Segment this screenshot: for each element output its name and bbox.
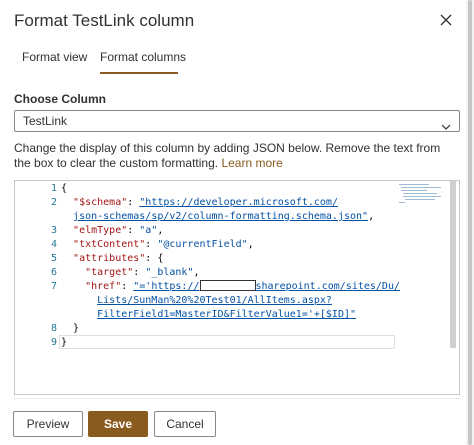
code-string: "https://developer.microsoft.com/ [139, 197, 338, 208]
choose-column-label: Choose Column [14, 92, 106, 106]
footer-divider [14, 398, 460, 399]
line-number-gutter: 1 2 3 4 5 6 7 8 9 [15, 181, 59, 394]
code-token: } [61, 337, 68, 348]
code-key: "attributes" [73, 253, 146, 264]
line-number: 4 [50, 239, 57, 250]
code-string: "='https:// [133, 281, 200, 292]
redacted-box [199, 280, 256, 291]
tab-format-columns[interactable]: Format columns [100, 50, 186, 64]
line-number: 1 [50, 183, 57, 194]
code-string: FilterField1=MasterID&FilterValue1='+[$I… [97, 309, 357, 320]
code-token: { [61, 183, 68, 194]
code-key: "href" [85, 281, 122, 292]
line-number: 7 [50, 281, 57, 292]
code-string: Lists/SunMan%20%20Test01/AllItems.aspx? [97, 295, 332, 306]
line-number: 9 [50, 337, 57, 348]
tab-format-view[interactable]: Format view [22, 50, 87, 64]
close-icon[interactable] [438, 12, 454, 28]
code-string: "_blank" [145, 267, 194, 278]
chevron-down-icon [441, 117, 451, 130]
json-editor[interactable]: 1 2 3 4 5 6 7 8 9 { "$schema": "https://… [14, 180, 460, 395]
preview-button[interactable]: Preview [13, 411, 83, 437]
panel-scrollbar[interactable] [466, 0, 474, 445]
code-string: "a" [139, 225, 158, 236]
line-number: 6 [50, 267, 57, 278]
code-string: sharepoint.com/sites/Du/ [255, 281, 401, 292]
learn-more-link[interactable]: Learn more [221, 156, 282, 170]
code-string: "@currentField" [157, 239, 248, 250]
choose-column-dropdown[interactable]: TestLink [14, 110, 460, 132]
code-token: } [73, 323, 80, 334]
editor-minimap[interactable] [397, 183, 443, 205]
line-number: 3 [50, 225, 57, 236]
help-text: Change the display of this column by add… [14, 141, 460, 171]
panel-scrollbar-thumb[interactable] [468, 0, 472, 445]
panel-title: Format TestLink column [14, 11, 195, 30]
choose-column-value: TestLink [23, 114, 68, 128]
editor-scrollbar-thumb[interactable] [450, 181, 456, 348]
code-key: "$schema" [73, 197, 128, 208]
format-column-panel: Format TestLink column Format view Forma… [0, 0, 466, 445]
code-key: "txtContent" [73, 239, 146, 250]
cancel-button[interactable]: Cancel [154, 411, 216, 437]
line-number: 8 [50, 323, 57, 334]
line-number: 5 [50, 253, 57, 264]
line-number: 2 [50, 197, 57, 208]
code-string: json-schemas/sp/v2/column-formatting.sch… [73, 211, 369, 222]
save-button[interactable]: Save [88, 411, 148, 437]
selected-tab-indicator [100, 72, 178, 74]
current-line-highlight [59, 335, 395, 349]
code-key: "elmType" [73, 225, 128, 236]
code-key: "target" [85, 267, 134, 278]
editor-scrollbar[interactable] [447, 181, 459, 394]
